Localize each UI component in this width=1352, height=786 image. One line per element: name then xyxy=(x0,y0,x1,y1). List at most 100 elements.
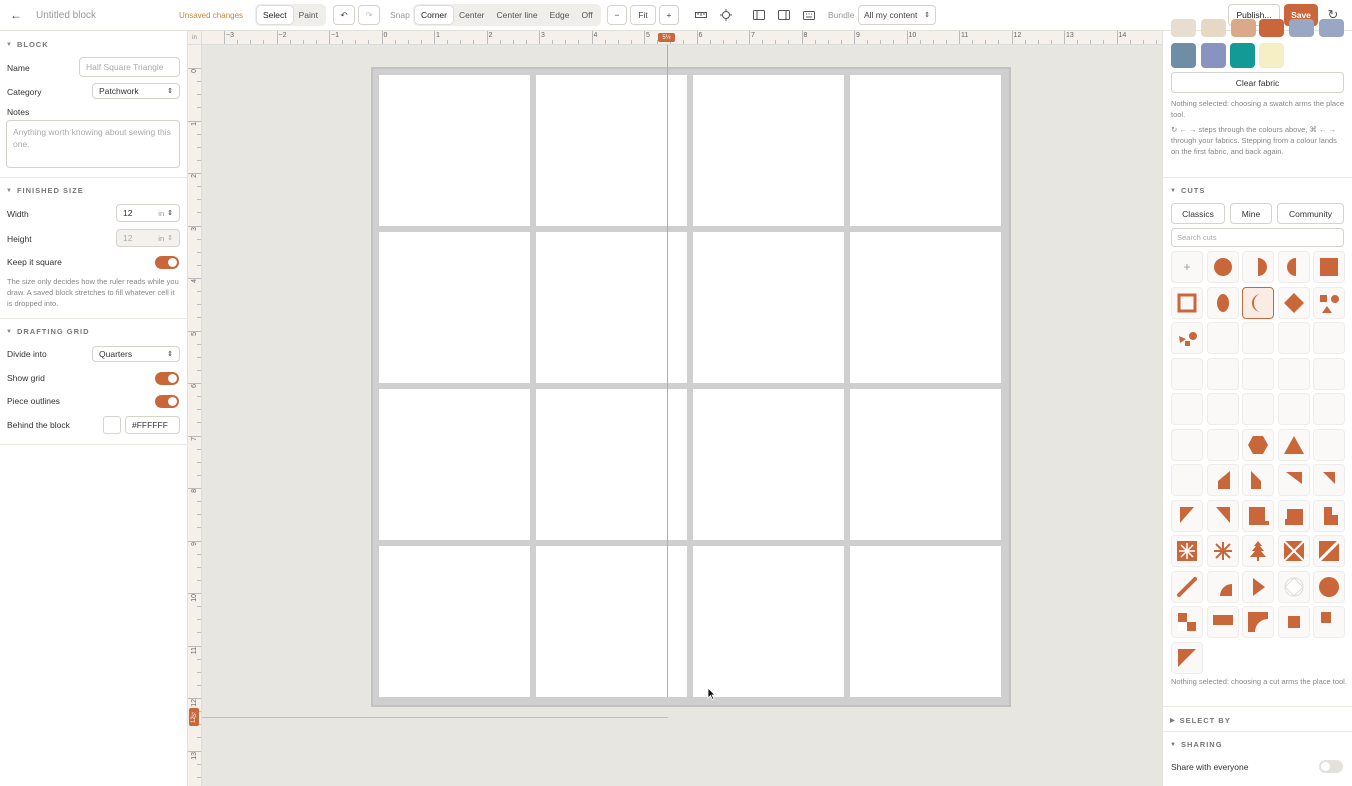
grid-cell[interactable] xyxy=(536,546,687,697)
cut-tile-empty[interactable] xyxy=(1206,428,1239,461)
grid-cell[interactable] xyxy=(693,389,844,540)
fabric-swatch[interactable] xyxy=(1259,43,1284,68)
cut-tile-half-circle[interactable] xyxy=(1242,251,1274,283)
cut-tile-hexagon[interactable] xyxy=(1242,428,1274,461)
snap-center-line[interactable]: Center line xyxy=(491,6,544,24)
fabric-swatch[interactable] xyxy=(1289,19,1314,37)
fabric-swatch[interactable] xyxy=(1319,19,1344,37)
width-input[interactable]: 12 in ⇕ xyxy=(116,204,180,222)
grid-cell[interactable] xyxy=(850,232,1001,383)
mode-paint[interactable]: Paint xyxy=(293,6,324,24)
cut-tile-wedge-b[interactable] xyxy=(1242,464,1274,496)
cut-tile-empty[interactable] xyxy=(1242,393,1274,425)
block-board[interactable] xyxy=(371,67,1011,707)
cut-tile-quarter[interactable] xyxy=(1206,570,1239,603)
clear-fabric-button[interactable]: Clear fabric xyxy=(1171,72,1344,93)
left-panel-icon[interactable] xyxy=(750,5,768,25)
fabric-swatch[interactable] xyxy=(1259,19,1284,37)
fabric-swatch[interactable] xyxy=(1171,43,1196,68)
keyboard-icon[interactable] xyxy=(800,5,818,25)
cut-tile-pinwheel[interactable] xyxy=(1277,535,1310,567)
cut-tile-half-circle-left[interactable] xyxy=(1277,251,1310,283)
cut-tile-empty[interactable] xyxy=(1206,393,1239,425)
stepper-icon[interactable]: ⇕ xyxy=(167,234,173,242)
cut-tile-empty[interactable] xyxy=(1171,393,1203,425)
grid-cell[interactable] xyxy=(693,75,844,226)
cut-tile-hst[interactable] xyxy=(1313,535,1345,567)
cut-tile-empty[interactable] xyxy=(1242,322,1274,354)
grid-cell[interactable] xyxy=(693,232,844,383)
tab-community[interactable]: Community xyxy=(1277,203,1344,224)
cut-tile-corner-tri[interactable] xyxy=(1277,464,1310,496)
cut-tile-empty[interactable] xyxy=(1242,357,1274,390)
grid-cell[interactable] xyxy=(379,389,530,540)
cut-tile-corner-a[interactable] xyxy=(1171,499,1203,532)
snap-off[interactable]: Off xyxy=(575,6,598,24)
cut-tile-square-outline[interactable] xyxy=(1171,286,1203,319)
cut-tile-empty[interactable] xyxy=(1206,322,1239,354)
cut-tile-star[interactable] xyxy=(1206,535,1239,567)
back-arrow-icon[interactable]: ← xyxy=(8,5,24,25)
show-grid-toggle[interactable] xyxy=(155,372,179,385)
cut-tile-play[interactable] xyxy=(1242,570,1274,603)
grid-cell[interactable] xyxy=(379,546,530,697)
zoom-in-button[interactable]: + xyxy=(659,5,679,25)
grid-cell[interactable] xyxy=(693,546,844,697)
snap-edge[interactable]: Edge xyxy=(544,6,576,24)
ruler-icon[interactable] xyxy=(692,5,710,25)
fabric-swatch[interactable] xyxy=(1230,43,1255,68)
cut-tile-corner-tri-b[interactable] xyxy=(1313,464,1345,496)
stepper-icon[interactable]: ⇕ xyxy=(167,209,173,217)
cut-tile-wedge[interactable] xyxy=(1206,464,1239,496)
cut-tile-checker[interactable] xyxy=(1171,606,1203,638)
behind-color-input[interactable]: #FFFFFF xyxy=(125,416,180,434)
grid-cell[interactable] xyxy=(536,389,687,540)
cut-tile-square-notch[interactable] xyxy=(1242,499,1274,532)
fabric-swatch[interactable] xyxy=(1201,43,1226,68)
cut-tile-star-burst[interactable] xyxy=(1171,535,1203,567)
select-by-header[interactable]: ▶ SELECT BY xyxy=(1170,716,1231,725)
cut-tile-crescent[interactable] xyxy=(1242,286,1274,319)
finished-size-header[interactable]: ▼ FINISHED SIZE xyxy=(6,186,84,195)
cut-tile-empty[interactable] xyxy=(1313,357,1345,390)
cut-tile-empty[interactable] xyxy=(1171,464,1203,496)
grid-cell[interactable] xyxy=(379,232,530,383)
name-input[interactable]: Half Square Triangle xyxy=(79,57,180,77)
crosshair-icon[interactable] xyxy=(717,5,735,25)
cut-tile-rounded-corner[interactable] xyxy=(1242,606,1274,638)
search-cuts-input[interactable]: Search cuts xyxy=(1171,228,1344,247)
cut-tile-empty[interactable] xyxy=(1277,393,1310,425)
sharing-header[interactable]: ▼ SHARING xyxy=(1170,740,1223,749)
cuts-header[interactable]: ▼ CUTS xyxy=(1170,186,1205,195)
snap-corner[interactable]: Corner xyxy=(415,6,453,24)
grid-cell[interactable] xyxy=(536,232,687,383)
tab-classics[interactable]: Classics xyxy=(1171,203,1225,224)
cut-tile-diamond[interactable] xyxy=(1277,286,1310,319)
cut-tile-square[interactable] xyxy=(1313,251,1345,283)
drafting-grid-header[interactable]: ▼ DRAFTING GRID xyxy=(6,327,90,336)
cut-tile-half-square-tri[interactable] xyxy=(1171,641,1203,674)
fabric-swatch[interactable] xyxy=(1171,19,1196,37)
cut-tile-square-tab[interactable] xyxy=(1313,499,1345,532)
redo-icon[interactable]: ↷ xyxy=(358,5,380,25)
grid-cell[interactable] xyxy=(379,75,530,226)
height-input[interactable]: 12 in ⇕ xyxy=(116,229,180,247)
cut-tile-stripe[interactable] xyxy=(1171,570,1203,603)
color-swatch[interactable] xyxy=(103,416,121,434)
cut-tile-empty[interactable] xyxy=(1313,393,1345,425)
cut-tile-ring[interactable] xyxy=(1277,570,1310,603)
cut-tile-empty[interactable] xyxy=(1313,428,1345,461)
cut-tile-empty[interactable] xyxy=(1171,357,1203,390)
cut-tile-circle[interactable] xyxy=(1206,251,1239,283)
undo-icon[interactable]: ↶ xyxy=(333,5,355,25)
share-toggle[interactable] xyxy=(1319,760,1343,773)
cut-tile-bar[interactable] xyxy=(1206,606,1239,638)
keep-square-toggle[interactable] xyxy=(155,256,179,269)
snap-center[interactable]: Center xyxy=(453,6,491,24)
cut-tile-empty[interactable] xyxy=(1171,428,1203,461)
zoom-out-button[interactable]: − xyxy=(607,5,627,25)
cut-tile-oval[interactable] xyxy=(1206,286,1239,319)
cut-tile-dots[interactable] xyxy=(1313,286,1345,319)
category-select[interactable]: Patchwork ⇕ xyxy=(92,83,180,99)
cut-tile-small-square-b[interactable] xyxy=(1313,606,1345,638)
